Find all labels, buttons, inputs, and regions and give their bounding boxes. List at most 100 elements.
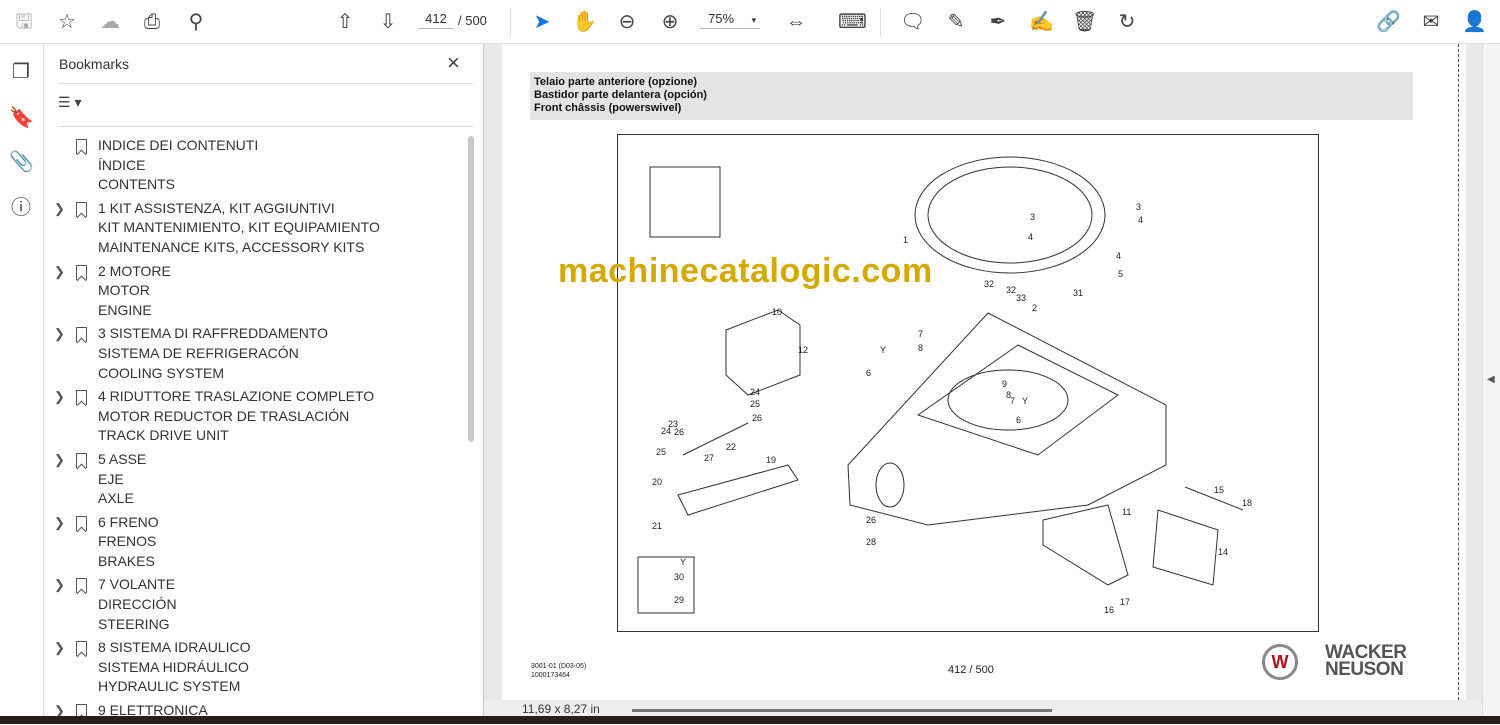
bookmark-options-button[interactable]: ☰ ▾ <box>58 94 81 111</box>
footer-code: 3001-01 (D03-05) <box>531 663 587 670</box>
bookmark-label: HYDRAULIC SYSTEM <box>98 678 241 695</box>
bookmark-item[interactable]: ❯ 1 KIT ASSISTENZA, KIT AGGIUNTIVI KIT MAN… <box>44 199 464 258</box>
bookmark-label: 4 RIDUTTORE TRASLAZIONE COMPLETO <box>98 388 375 405</box>
page-size: 11,69 x 8,27 in <box>522 702 600 716</box>
part-callout: 6 <box>866 368 872 378</box>
highlight-icon[interactable]: ✎ <box>944 10 968 34</box>
zoom-in-icon[interactable]: ⊕ <box>658 10 682 34</box>
comment-icon[interactable]: 🗨 <box>900 10 925 34</box>
part-callout: 4 <box>1028 232 1034 242</box>
select-cursor-icon[interactable]: ➤ <box>530 10 554 34</box>
chevron-right-icon[interactable]: ❯ <box>54 199 65 219</box>
brand-line: NEUSON <box>1325 659 1404 680</box>
bookmark-icon <box>76 201 87 217</box>
bookmarks-icon[interactable]: 🔖 <box>9 106 34 130</box>
part-callout: 12 <box>798 345 809 355</box>
bookmark-label: COOLING SYSTEM <box>98 364 225 381</box>
part-callout: 3 <box>1136 202 1142 212</box>
part-callout: 6 <box>1016 415 1022 425</box>
bookmark-item[interactable]: ❯ 2 MOTORE MOTOR ENGINE <box>44 262 464 321</box>
bookmark-label: 5 ASSE <box>98 450 147 467</box>
part-callout: Y <box>880 345 887 355</box>
cloud-upload-icon[interactable]: ☁ <box>98 10 122 34</box>
bookmark-label: TRACK DRIVE UNIT <box>98 427 229 444</box>
expand-arrow-icon[interactable]: ◀ <box>1487 374 1495 385</box>
bookmark-label: 3 SISTEMA DI RAFFREDDAMENTO <box>98 325 328 342</box>
bookmark-item[interactable]: INDICE DEI CONTENUTI ÍNDICE CONTENTS <box>44 136 464 195</box>
page-edge-guide <box>1458 44 1459 700</box>
right-panel-toggle[interactable]: ◀ <box>1482 44 1500 716</box>
search-icon[interactable]: ⚲ <box>184 10 208 34</box>
chevron-right-icon[interactable]: ❯ <box>54 638 65 658</box>
divider <box>510 8 511 36</box>
part-callout: 24 <box>750 387 761 397</box>
divider <box>880 8 881 36</box>
chevron-right-icon[interactable]: ❯ <box>54 324 65 344</box>
add-user-icon[interactable]: 👤 <box>1462 10 1487 34</box>
bookmark-item[interactable]: ❯ 4 RIDUTTORE TRASLAZIONE COMPLETO MOTOR R… <box>44 387 464 446</box>
attachments-icon[interactable]: 📎 <box>9 150 34 174</box>
zoom-out-icon[interactable]: ⊖ <box>615 10 639 34</box>
part-callout: 30 <box>674 572 685 582</box>
close-icon[interactable]: × <box>447 50 460 76</box>
part-callout: 7 <box>918 329 924 339</box>
sign-icon[interactable]: ✒ <box>986 10 1010 34</box>
bookmark-item[interactable]: ❯ 7 VOLANTE DIRECCIÓN STEERING <box>44 575 464 634</box>
save-icon[interactable]: 🖫 <box>12 10 36 34</box>
left-rail: ❐ 🔖 📎 ⓘ <box>0 44 44 716</box>
bookmark-icon <box>76 578 87 594</box>
page-thumbnails-icon[interactable]: ❐ <box>9 60 33 84</box>
part-callout: 14 <box>1218 547 1229 557</box>
bookmark-item[interactable]: ❯ 3 SISTEMA DI RAFFREDDAMENTO SISTEMA DE R… <box>44 324 464 383</box>
fit-page-icon[interactable]: ⇔ <box>784 10 808 34</box>
panel-title: Bookmarks <box>59 56 130 72</box>
rotate-icon[interactable]: ↻ <box>1115 10 1139 34</box>
bookmark-label: 7 VOLANTE <box>98 576 176 593</box>
bookmark-item[interactable]: ❯ 6 FRENO FRENOS BRAKES <box>44 513 464 572</box>
horizontal-scrollbar[interactable] <box>632 709 1052 712</box>
part-callout: 24 <box>661 426 672 436</box>
next-page-icon[interactable]: ⇩ <box>376 10 400 34</box>
share-link-icon[interactable]: 🔗 <box>1376 10 1401 34</box>
chevron-right-icon[interactable]: ❯ <box>54 262 65 282</box>
part-callout: 20 <box>652 477 663 487</box>
chevron-right-icon[interactable]: ❯ <box>54 575 65 595</box>
part-callout: 26 <box>752 413 763 423</box>
previous-page-icon[interactable]: ⇧ <box>333 10 357 34</box>
page-number-input[interactable]: 412 <box>418 11 454 29</box>
bookmark-label: KIT MANTENIMIENTO, KIT EQUIPAMIENTO <box>98 219 380 236</box>
part-callout: 26 <box>674 427 685 437</box>
part-callout: 9 <box>1002 379 1008 389</box>
part-callout: 22 <box>726 442 737 452</box>
delete-icon[interactable]: 🗑 <box>1072 10 1097 34</box>
part-callout: 19 <box>766 455 777 465</box>
email-icon[interactable]: ✉ <box>1419 10 1443 34</box>
part-callout: 28 <box>866 537 877 547</box>
print-icon[interactable]: ⎙ <box>140 10 164 34</box>
chevron-right-icon[interactable]: ❯ <box>54 387 65 407</box>
edit-document-icon[interactable]: ✍ <box>1029 10 1054 34</box>
bookmark-item[interactable]: ❯ 8 SISTEMA IDRAULICO SISTEMA HIDRÁULICO HY… <box>44 638 464 697</box>
scroll-mode-icon[interactable]: ⌨ <box>838 10 867 34</box>
part-callout: 7 <box>1010 396 1016 406</box>
chevron-right-icon[interactable]: ❯ <box>54 450 65 470</box>
hand-tool-icon[interactable]: ✋ <box>572 10 597 34</box>
zoom-select[interactable]: 75% ▾ <box>700 11 760 29</box>
bookmark-label: MOTOR REDUCTOR DE TRASLACIÓN <box>98 407 350 424</box>
part-callout: 18 <box>1242 498 1253 508</box>
page-label: 412 / 500 <box>948 664 994 676</box>
chevron-right-icon[interactable]: ❯ <box>54 513 65 533</box>
bookmark-item[interactable]: ❯ 5 ASSE EJE AXLE <box>44 450 464 509</box>
part-callout: 27 <box>704 453 715 463</box>
part-callout: 2 <box>1032 303 1038 313</box>
divider <box>58 126 473 127</box>
document-info-icon[interactable]: ⓘ <box>9 196 33 220</box>
bookmark-label: 8 SISTEMA IDRAULICO <box>98 639 251 656</box>
bookmark-icon <box>76 390 87 406</box>
scrollbar[interactable] <box>468 136 474 442</box>
part-callout: 8 <box>918 343 924 353</box>
bookmark-label: 6 FRENO <box>98 513 159 530</box>
bookmark-star-icon[interactable]: ☆ <box>55 10 79 34</box>
toolbar: 🖫 ☆ ☁ ⎙ ⚲ ⇧ ⇩ 412 / 500 ➤ ✋ ⊖ ⊕ 75% ▾ ⇔ … <box>0 0 1500 44</box>
bookmark-label: STEERING <box>98 615 170 632</box>
